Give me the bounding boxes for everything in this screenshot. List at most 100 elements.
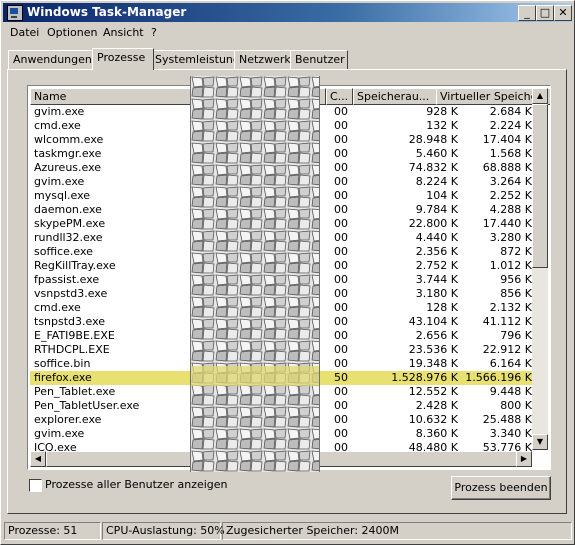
process-virt: 3.340 K [489,427,532,440]
process-mem: 4.440 K [415,231,458,244]
process-name: E_FATI9BE.EXE [34,329,115,342]
process-name: explorer.exe [34,413,102,426]
tab-systemleistung[interactable]: Systemleistung [150,50,240,69]
process-name: wlcomm.exe [34,133,104,146]
window-title: Windows Task-Manager [27,5,187,19]
end-process-button[interactable]: Prozess beenden [451,476,551,500]
process-virt: 4.288 K [489,203,532,216]
process-cpu: 00 [334,175,348,188]
process-name: cmd.exe [34,301,81,314]
process-cpu: 00 [334,217,348,230]
process-mem: 22.800 K [408,217,458,230]
process-mem: 128 K [426,301,458,314]
task-manager-icon [7,5,23,21]
process-virt: 2.224 K [489,119,532,132]
process-cpu: 00 [334,287,348,300]
process-cpu: 00 [334,203,348,216]
process-virt: 17.404 K [482,133,532,146]
process-name: tsnpstd3.exe [34,315,106,328]
process-name: soffice.bin [34,357,91,370]
tab-benutzer[interactable]: Benutzer [290,50,348,69]
scroll-left-button[interactable]: ◀ [30,451,46,467]
process-name: gvim.exe [34,105,85,118]
process-virt: 856 K [500,287,532,300]
show-all-users-label: Prozesse aller Benutzer anzeigen [45,478,228,491]
tab-anwendungen[interactable]: Anwendungen [8,50,96,69]
process-cpu: 00 [334,133,348,146]
status-commit-memory: Zugesicherter Speicher: 2400M [222,522,572,540]
column-header-memory[interactable]: Speicherau... [353,88,438,105]
process-virt: 800 K [500,399,532,412]
vertical-scroll-thumb[interactable] [532,104,548,268]
process-cpu: 00 [334,315,348,328]
scroll-up-button[interactable]: ▲ [532,88,548,104]
tab-prozesse[interactable]: Prozesse [92,48,154,70]
show-all-users-checkbox[interactable] [29,479,42,492]
menu-bar: Datei Optionen Ansicht ? [3,23,572,42]
process-name: daemon.exe [34,203,102,216]
process-name: rundll32.exe [34,231,103,244]
process-mem: 74.832 K [408,161,458,174]
process-virt: 68.888 K [482,161,532,174]
process-name: gvim.exe [34,175,85,188]
scroll-right-button[interactable]: ▶ [516,451,532,467]
distorted-glass-overlay [190,76,320,472]
status-process-count: Prozesse: 51 [4,522,101,540]
menu-optionen[interactable]: Optionen [47,26,97,39]
process-virt: 41.112 K [482,315,532,328]
process-cpu: 00 [334,343,348,356]
process-cpu: 00 [334,399,348,412]
process-mem: 9.784 K [415,203,458,216]
process-mem: 28.948 K [408,133,458,146]
title-bar[interactable]: Windows Task-Manager _ □ ✕ [3,3,572,22]
process-name: Azureus.exe [34,161,102,174]
close-button[interactable]: ✕ [554,5,572,21]
status-bar: Prozesse: 51 CPU-Auslastung: 50% Zugesic… [2,520,572,540]
menu-ansicht[interactable]: Ansicht [103,26,144,39]
process-cpu: 00 [334,161,348,174]
status-cpu-usage: CPU-Auslastung: 50% [102,522,225,540]
process-virt: 796 K [500,329,532,342]
process-mem: 3.180 K [415,287,458,300]
process-virt: 3.280 K [489,231,532,244]
process-virt: 25.488 K [482,413,532,426]
process-mem: 10.632 K [408,413,458,426]
process-mem: 8.360 K [415,427,458,440]
process-cpu: 00 [334,273,348,286]
process-cpu: 00 [334,147,348,160]
process-virt: 1.568 K [489,147,532,160]
process-virt: 872 K [500,245,532,258]
process-cpu: 00 [334,259,348,272]
process-cpu: 00 [334,105,348,118]
vertical-scrollbar[interactable]: ▲ ▼ [532,88,548,450]
process-name: gvim.exe [34,427,85,440]
process-name: Pen_Tablet.exe [34,385,116,398]
tab-netzwerk[interactable]: Netzwerk [234,50,294,69]
process-name: vsnpstd3.exe [34,287,108,300]
process-cpu: 00 [334,329,348,342]
minimize-button[interactable]: _ [518,5,536,21]
process-name: skypePM.exe [34,217,106,230]
process-cpu: 00 [334,189,348,202]
process-name: Pen_TabletUser.exe [34,399,140,412]
process-virt: 3.264 K [489,175,532,188]
process-mem: 2.656 K [415,329,458,342]
process-cpu: 00 [334,245,348,258]
column-header-cpu[interactable]: C... [326,88,353,105]
process-mem: 43.104 K [408,315,458,328]
process-mem: 12.552 K [408,385,458,398]
maximize-button[interactable]: □ [536,5,554,21]
process-virt: 17.440 K [482,217,532,230]
process-cpu: 00 [334,119,348,132]
scroll-down-button[interactable]: ▼ [532,434,548,450]
process-mem: 2.356 K [415,245,458,258]
tab-strip: Anwendungen Prozesse Systemleistung Netz… [8,48,568,70]
process-virt: 22.912 K [482,343,532,356]
menu-datei[interactable]: Datei [10,26,39,39]
menu-help[interactable]: ? [151,26,157,39]
process-cpu: 00 [334,385,348,398]
process-mem: 23.536 K [408,343,458,356]
process-virt: 956 K [500,273,532,286]
process-virt: 6.164 K [489,357,532,370]
process-cpu: 00 [334,357,348,370]
